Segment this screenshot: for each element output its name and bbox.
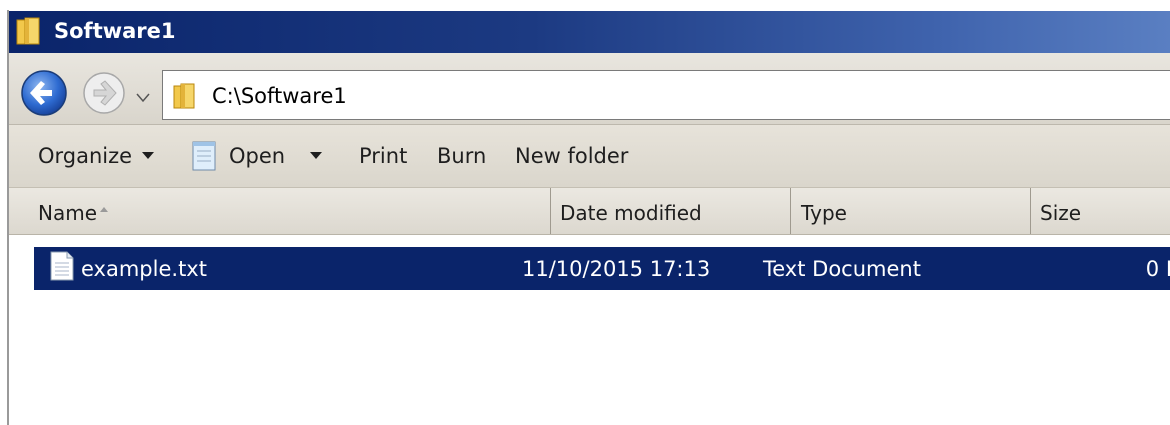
file-date-modified: 11/10/2015 17:13 xyxy=(522,257,711,281)
file-size: 0 KB xyxy=(1145,257,1170,281)
print-button[interactable]: Print xyxy=(359,144,407,168)
file-name[interactable]: example.txt xyxy=(81,257,207,281)
chevron-down-icon xyxy=(136,93,150,103)
text-file-icon xyxy=(49,250,75,286)
column-divider[interactable] xyxy=(1030,188,1031,234)
burn-button[interactable]: Burn xyxy=(437,144,486,168)
forward-button[interactable] xyxy=(80,69,132,121)
column-header-date-modified[interactable]: Date modified xyxy=(560,201,702,225)
organize-button[interactable]: Organize xyxy=(38,144,132,168)
column-header-name[interactable]: Name xyxy=(38,201,97,225)
recent-pages-dropdown[interactable] xyxy=(135,89,151,108)
column-divider[interactable] xyxy=(790,188,791,234)
column-header-size[interactable]: Size xyxy=(1040,201,1081,225)
back-button[interactable] xyxy=(18,69,74,121)
column-header-type[interactable]: Type xyxy=(801,201,847,225)
chevron-down-icon[interactable] xyxy=(142,152,154,159)
sort-ascending-icon xyxy=(100,207,108,212)
back-arrow-icon xyxy=(21,70,67,116)
forward-arrow-icon xyxy=(83,72,125,114)
explorer-window: Software1 C:\Software1 Organize Open Pri… xyxy=(0,0,1170,425)
folder-icon xyxy=(15,16,43,50)
file-type: Text Document xyxy=(763,257,921,281)
chevron-down-icon[interactable] xyxy=(310,152,322,159)
window-title: Software1 xyxy=(54,19,176,43)
new-folder-button[interactable]: New folder xyxy=(515,144,628,168)
address-path[interactable]: C:\Software1 xyxy=(212,84,347,108)
folder-icon xyxy=(172,82,198,114)
notepad-icon[interactable] xyxy=(190,138,218,176)
title-bar[interactable] xyxy=(9,11,1170,53)
open-button[interactable]: Open xyxy=(229,144,285,168)
column-divider[interactable] xyxy=(550,188,551,234)
